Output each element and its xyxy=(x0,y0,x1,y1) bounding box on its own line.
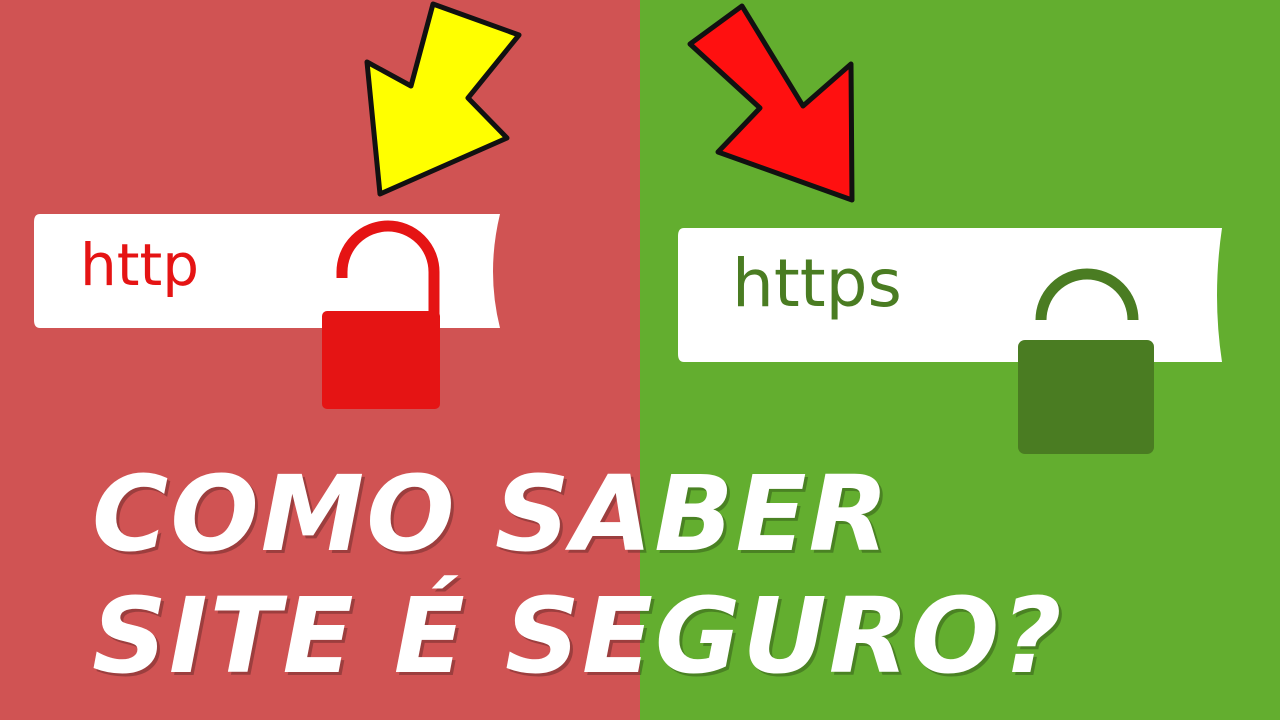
red-arrow-icon xyxy=(687,3,855,203)
headline-line-2: SITE É SEGURO? xyxy=(92,575,1064,697)
padlock-body xyxy=(322,311,440,409)
padlock-body xyxy=(1018,340,1154,454)
https-url-text: https xyxy=(732,245,902,322)
http-url-text: http xyxy=(80,231,200,299)
yellow-arrow-icon xyxy=(364,1,522,197)
headline-line-1: COMO SABER xyxy=(92,453,891,575)
